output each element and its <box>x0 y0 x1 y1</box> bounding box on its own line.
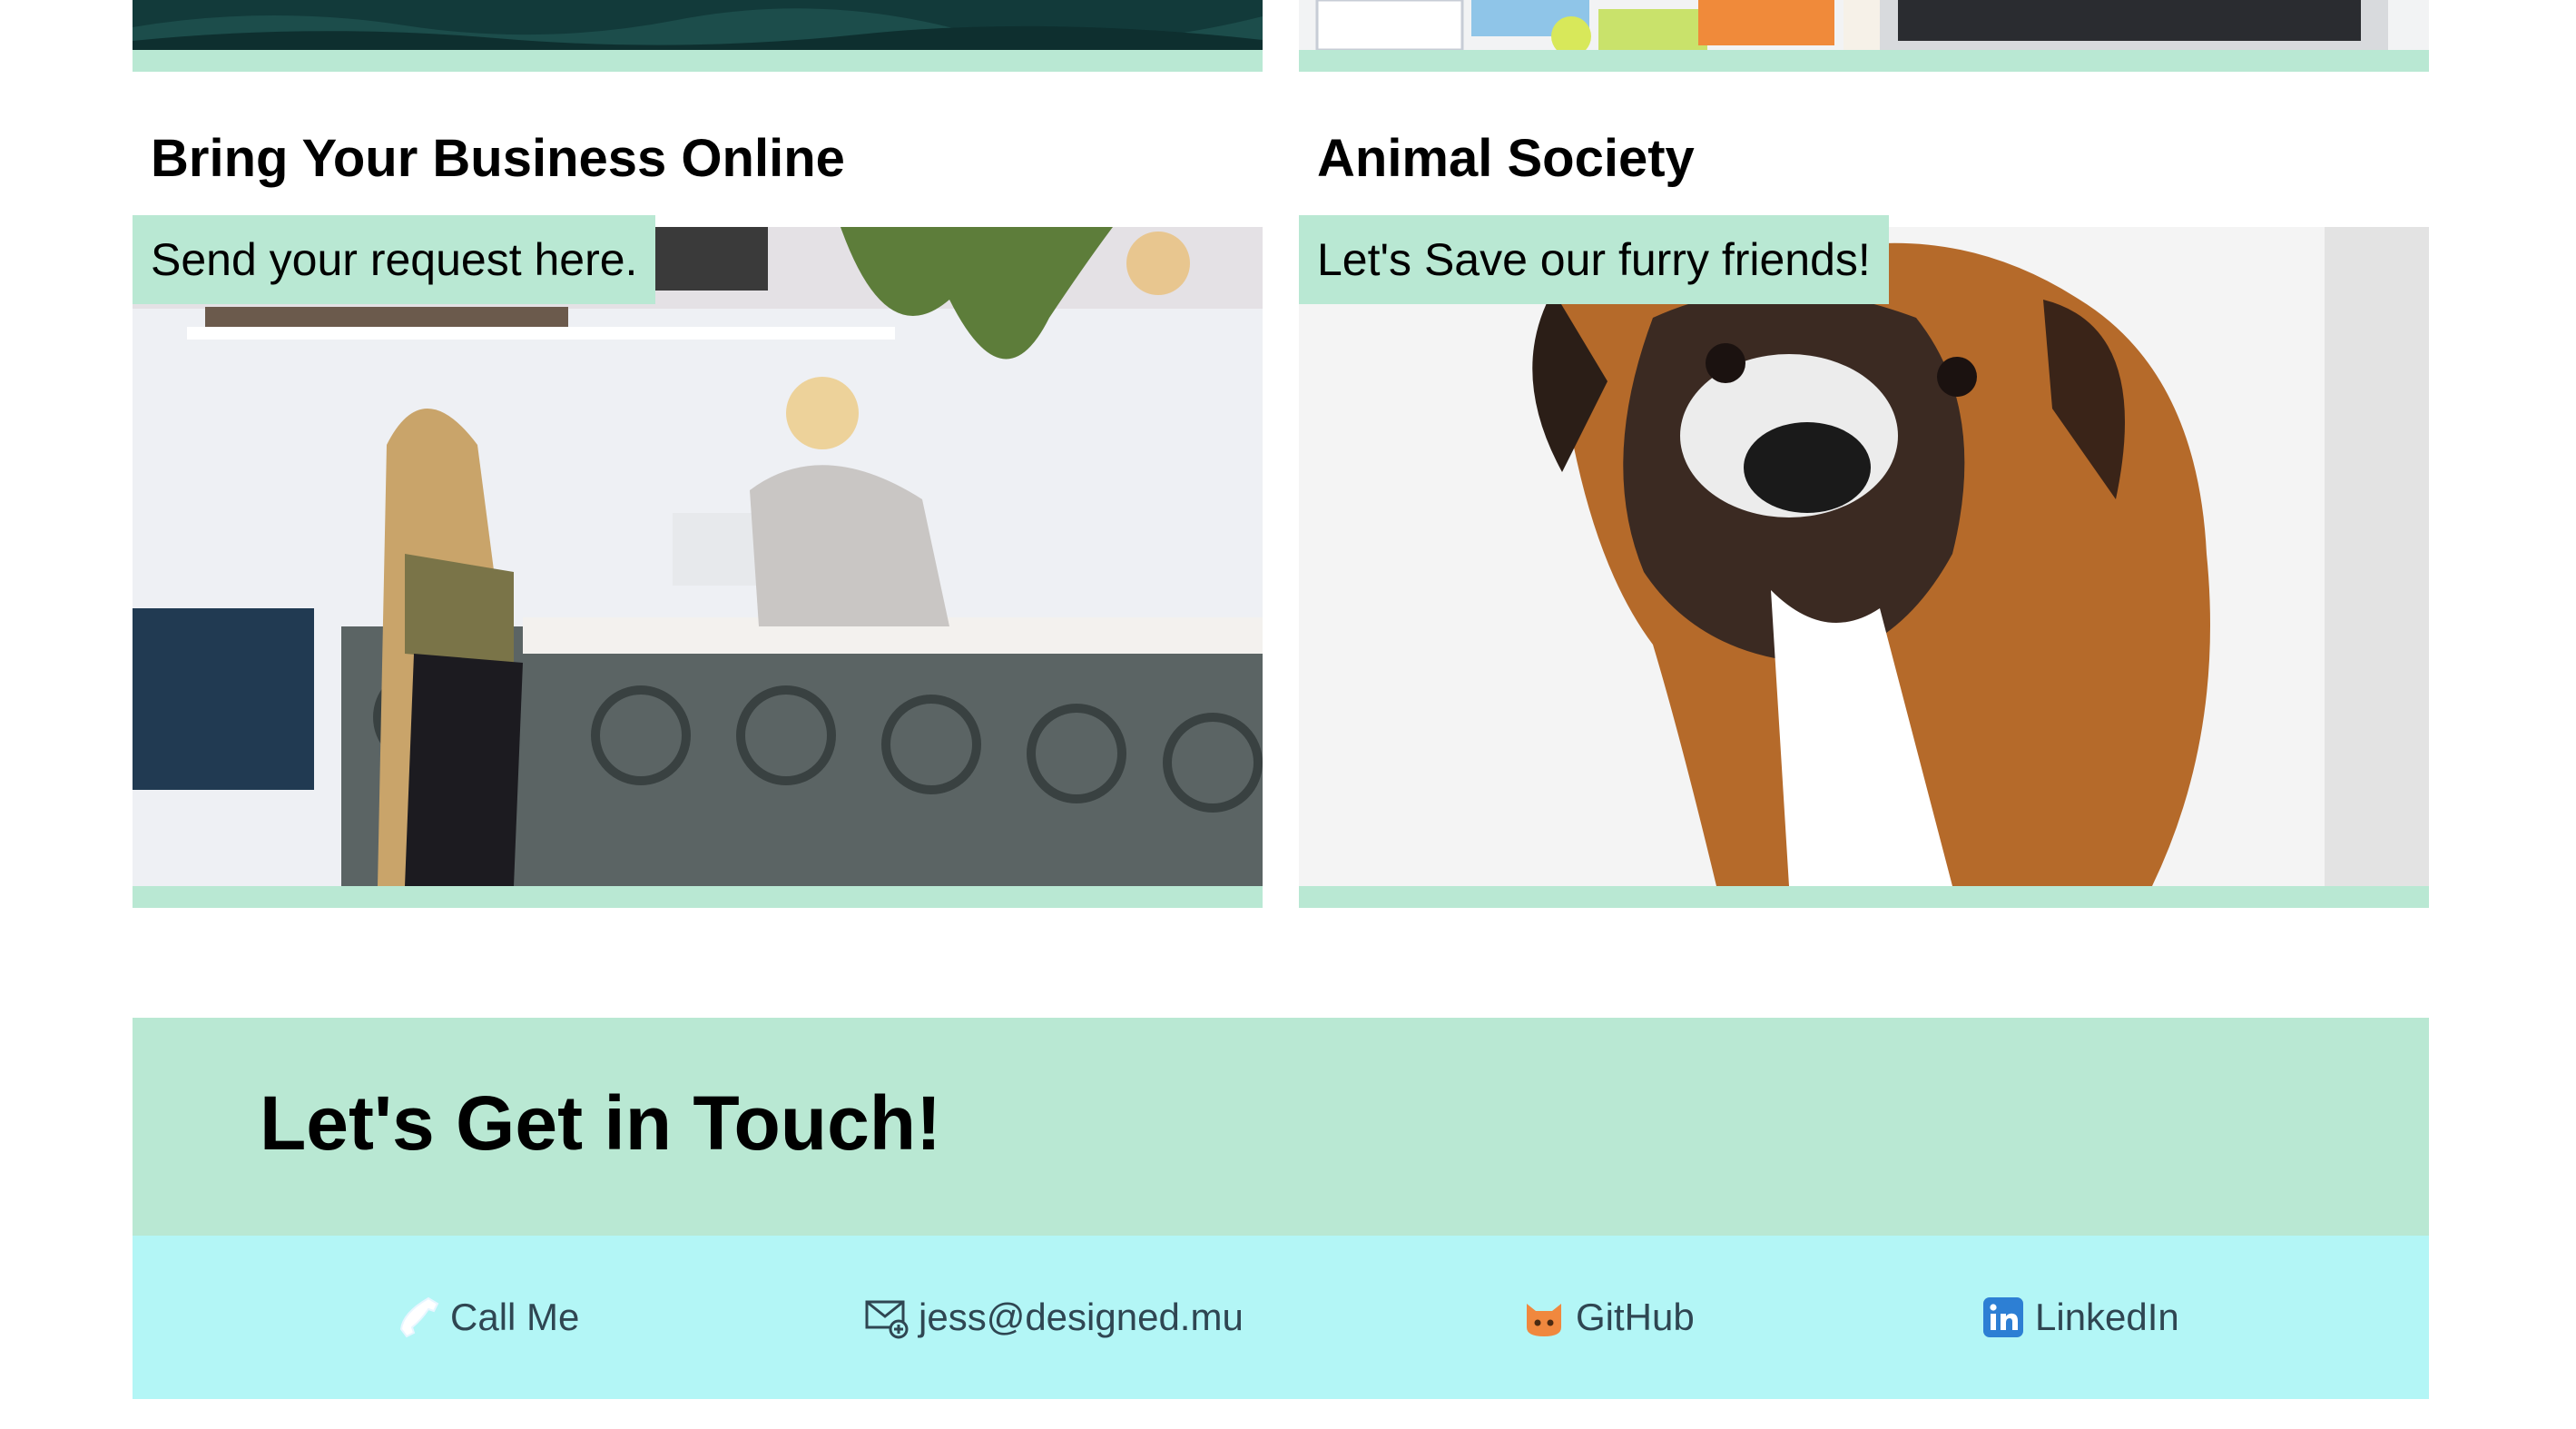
github-icon <box>1521 1295 1567 1340</box>
card-accent-bar <box>133 886 1263 908</box>
github-link[interactable]: GitHub <box>1521 1236 1695 1399</box>
contact-title: Let's Get in Touch! <box>260 1080 942 1166</box>
card-caption: Let's Save our furry friends! <box>1299 215 1889 304</box>
reception-counter-photo <box>133 227 1263 886</box>
email-link[interactable]: jess@designed.mu <box>864 1236 1244 1399</box>
link-label: jess@designed.mu <box>919 1296 1244 1338</box>
linkedin-icon <box>1981 1295 2026 1340</box>
previous-card-right-bar <box>1299 50 2429 72</box>
link-label: LinkedIn <box>2035 1296 2179 1338</box>
link-label: Call Me <box>450 1296 580 1338</box>
call-me-link[interactable]: Call Me <box>396 1236 579 1399</box>
linkedin-link[interactable]: LinkedIn <box>1981 1236 2179 1399</box>
previous-card-right-photo <box>1299 0 2429 50</box>
card-caption: Send your request here. <box>133 215 656 304</box>
contact-links-bar: Call Me jess@designed.mu GitHub LinkedIn <box>133 1236 2429 1399</box>
contact-header: Let's Get in Touch! <box>133 1018 2429 1236</box>
mail-icon <box>864 1295 909 1340</box>
phone-icon <box>396 1295 441 1340</box>
previous-card-left-photo <box>133 0 1263 50</box>
previous-card-left-bar <box>133 50 1263 72</box>
card-title: Bring Your Business Online <box>151 129 845 188</box>
link-label: GitHub <box>1576 1296 1695 1338</box>
card-title: Animal Society <box>1317 129 1695 188</box>
card-accent-bar <box>1299 886 2429 908</box>
boxer-dog-photo <box>1299 227 2429 886</box>
